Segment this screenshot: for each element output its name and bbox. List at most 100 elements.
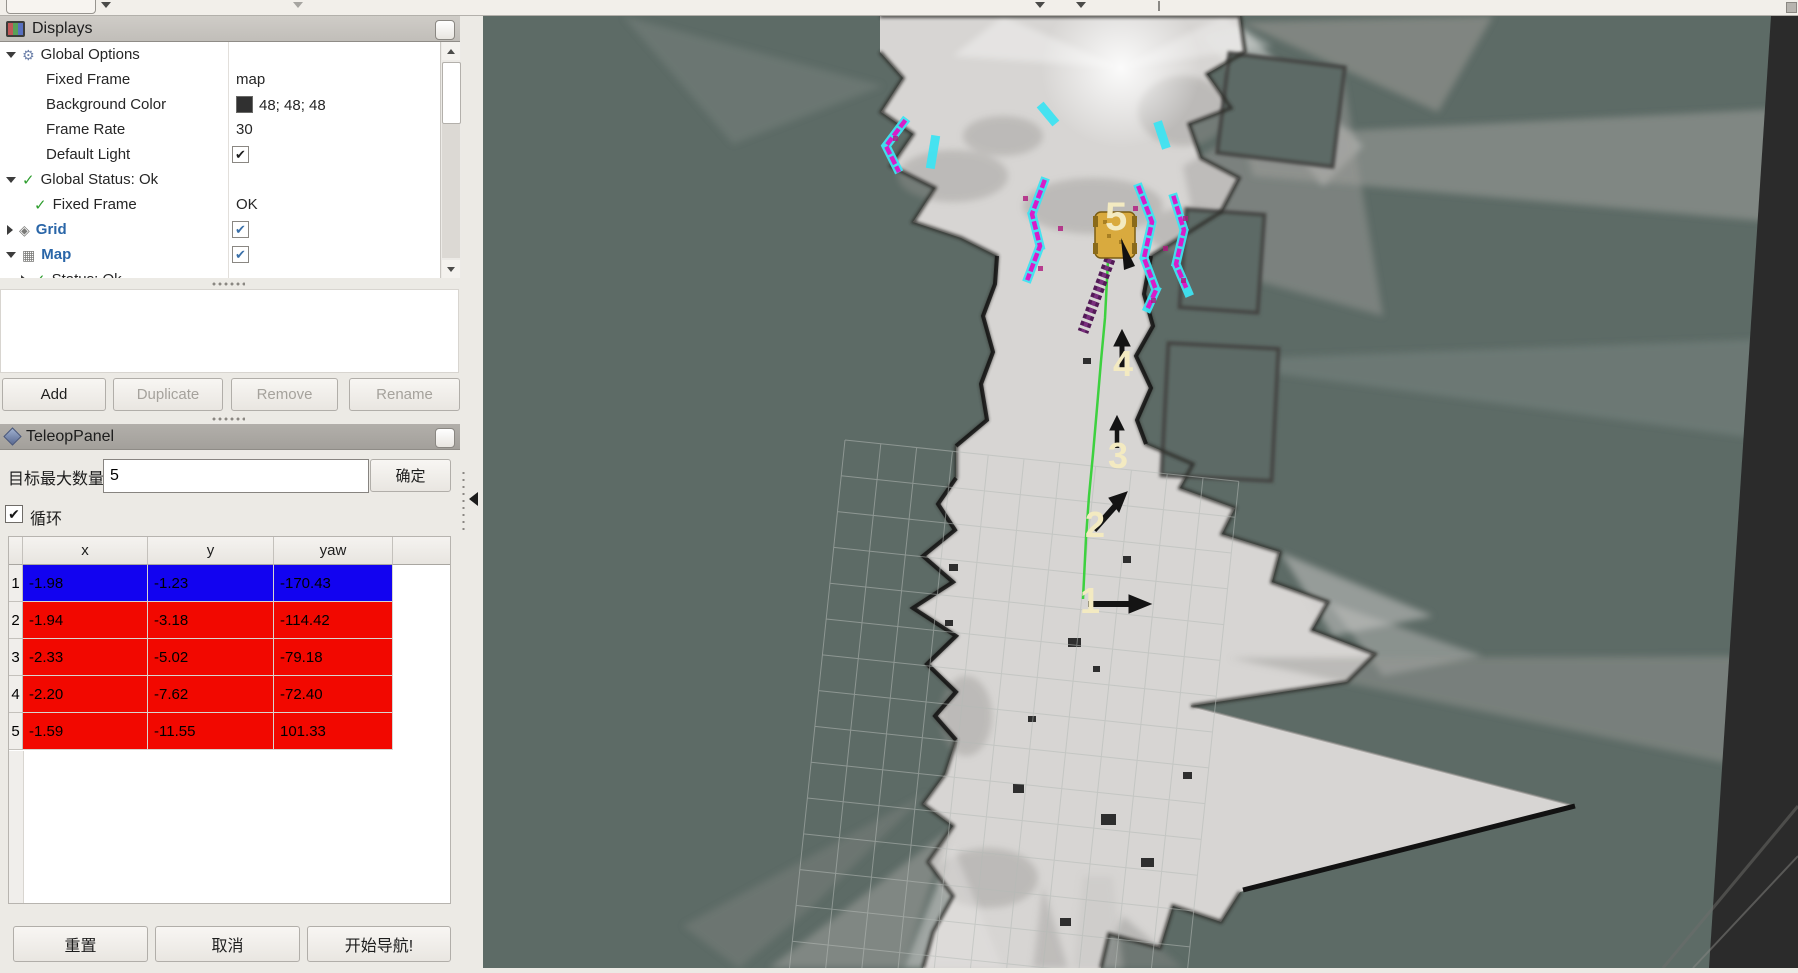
collapse-arrow-icon[interactable] <box>6 252 16 258</box>
column-header-y[interactable]: y <box>148 537 274 565</box>
cell-yaw[interactable]: 101.33 <box>274 713 393 750</box>
rename-display-button[interactable]: Rename <box>349 378 460 411</box>
teleop-panel-icon <box>3 427 21 445</box>
map-display-icon: ▦ <box>22 248 35 262</box>
displays-scrollbar[interactable] <box>440 42 461 278</box>
cell-yaw[interactable]: -170.43 <box>274 565 393 602</box>
tree-row-map-status-clipped[interactable]: ✓ Status: Ok <box>0 267 460 278</box>
scroll-up-icon <box>447 49 455 54</box>
tree-row-fixed-frame[interactable]: Fixed Frame map <box>0 67 460 92</box>
toolbar-caret-icon[interactable] <box>101 2 111 8</box>
cell-y[interactable]: -7.62 <box>148 676 274 713</box>
map-render: 1 2 3 4 5 <box>483 16 1798 968</box>
toolbar-dropdown-icon[interactable] <box>1076 2 1086 8</box>
loop-checkbox[interactable] <box>5 505 23 523</box>
column-header-filler <box>393 537 450 565</box>
tree-row-grid[interactable]: ◈ Grid <box>0 217 460 242</box>
duplicate-display-button[interactable]: Duplicate <box>113 378 223 411</box>
teleop-panel-title: TeleopPanel <box>26 428 114 446</box>
cell-yaw[interactable]: -72.40 <box>274 676 393 713</box>
start-navigation-button[interactable]: 开始导航! <box>307 926 451 962</box>
toolbar-tool-button[interactable] <box>6 0 96 14</box>
teleop-float-button[interactable] <box>435 428 455 448</box>
tree-row-global-options[interactable]: ⚙ Global Options <box>0 42 460 67</box>
fixed-frame-value[interactable]: map <box>236 71 265 88</box>
scroll-up-button[interactable] <box>442 42 460 60</box>
cell-y[interactable]: -11.55 <box>148 713 274 750</box>
table-row[interactable]: 2 -1.94 -3.18 -114.42 <box>9 602 450 639</box>
scroll-down-button[interactable] <box>442 260 460 278</box>
cell-y[interactable]: -1.23 <box>148 565 274 602</box>
row-number[interactable]: 5 <box>9 713 23 750</box>
waypoint-label-5: 5 <box>1105 195 1127 239</box>
cell-y[interactable]: -5.02 <box>148 639 274 676</box>
panel-splitter[interactable] <box>211 416 245 422</box>
waypoint-label-4: 4 <box>1113 343 1133 384</box>
displays-panel-empty-area <box>0 289 459 373</box>
table-row[interactable]: 5 -1.59 -11.55 101.33 <box>9 713 450 750</box>
displays-panel-title: Displays <box>32 20 92 38</box>
displays-icon <box>6 21 25 37</box>
toolbar-dropdown-icon[interactable] <box>1035 2 1045 8</box>
teleop-panel-titlebar[interactable]: TeleopPanel <box>0 424 460 450</box>
cell-x[interactable]: -1.94 <box>23 602 148 639</box>
waypoint-label-2: 2 <box>1085 504 1105 545</box>
cancel-button[interactable]: 取消 <box>155 926 300 962</box>
toolbar <box>0 0 1798 16</box>
table-row[interactable]: 1 -1.98 -1.23 -170.43 <box>9 565 450 602</box>
cell-x[interactable]: -2.20 <box>23 676 148 713</box>
tree-row-status-fixed-frame[interactable]: ✓ Fixed Frame OK <box>0 192 460 217</box>
displays-tree: ⚙ Global Options Fixed Frame map Backgro… <box>0 42 460 278</box>
max-targets-input[interactable] <box>103 459 369 493</box>
scrollbar-thumb[interactable] <box>442 62 461 124</box>
collapse-arrow-icon[interactable] <box>6 52 16 58</box>
frame-rate-value[interactable]: 30 <box>236 121 253 138</box>
grid-enable-checkbox[interactable] <box>232 221 249 238</box>
toolbar-corner-icon[interactable] <box>1786 2 1797 13</box>
add-display-button[interactable]: Add <box>2 378 106 411</box>
row-number[interactable]: 4 <box>9 676 23 713</box>
tree-row-map[interactable]: ▦ Map <box>0 242 460 267</box>
loop-label: 循环 <box>30 505 62 529</box>
row-number[interactable]: 3 <box>9 639 23 676</box>
displays-float-button[interactable] <box>435 20 455 40</box>
table-row[interactable]: 4 -2.20 -7.62 -72.40 <box>9 676 450 713</box>
row-number[interactable]: 2 <box>9 602 23 639</box>
waypoint-label-1: 1 <box>1080 580 1100 621</box>
confirm-button[interactable]: 确定 <box>370 459 451 492</box>
panel-collapse-handle[interactable] <box>462 470 465 530</box>
tree-row-global-status[interactable]: ✓ Global Status: Ok <box>0 167 460 192</box>
table-corner-cell[interactable] <box>9 537 23 565</box>
cell-x[interactable]: -2.33 <box>23 639 148 676</box>
map-enable-checkbox[interactable] <box>232 246 249 263</box>
toolbar-separator <box>1158 1 1160 11</box>
column-header-x[interactable]: x <box>23 537 148 565</box>
collapse-arrow-icon[interactable] <box>6 177 16 183</box>
table-row[interactable]: 3 -2.33 -5.02 -79.18 <box>9 639 450 676</box>
tree-row-background-color[interactable]: Background Color 48; 48; 48 <box>0 92 460 117</box>
cell-x[interactable]: -1.59 <box>23 713 148 750</box>
remove-display-button[interactable]: Remove <box>231 378 338 411</box>
cell-y[interactable]: -3.18 <box>148 602 274 639</box>
toolbar-caret-icon[interactable] <box>293 2 303 8</box>
panel-splitter[interactable] <box>211 281 245 287</box>
scrollbar-trough[interactable] <box>442 124 460 258</box>
reset-button[interactable]: 重置 <box>13 926 148 962</box>
cell-yaw[interactable]: -79.18 <box>274 639 393 676</box>
table-header-row: x y yaw <box>9 537 450 565</box>
default-light-checkbox[interactable] <box>232 146 249 163</box>
displays-panel-titlebar[interactable]: Displays <box>0 16 460 42</box>
cell-x[interactable]: -1.98 <box>23 565 148 602</box>
panel-collapse-arrow-icon[interactable] <box>469 492 478 506</box>
3d-viewport[interactable]: 1 2 3 4 5 <box>483 16 1798 968</box>
tree-row-default-light[interactable]: Default Light <box>0 142 460 167</box>
cell-yaw[interactable]: -114.42 <box>274 602 393 639</box>
column-header-yaw[interactable]: yaw <box>274 537 393 565</box>
background-color-value[interactable]: 48; 48; 48 <box>236 96 326 114</box>
row-number[interactable]: 1 <box>9 565 23 602</box>
row-number-strip <box>9 751 24 903</box>
tree-row-frame-rate[interactable]: Frame Rate 30 <box>0 117 460 142</box>
color-swatch[interactable] <box>236 96 253 113</box>
expand-arrow-icon[interactable] <box>7 225 13 235</box>
expand-arrow-icon[interactable] <box>21 275 27 279</box>
